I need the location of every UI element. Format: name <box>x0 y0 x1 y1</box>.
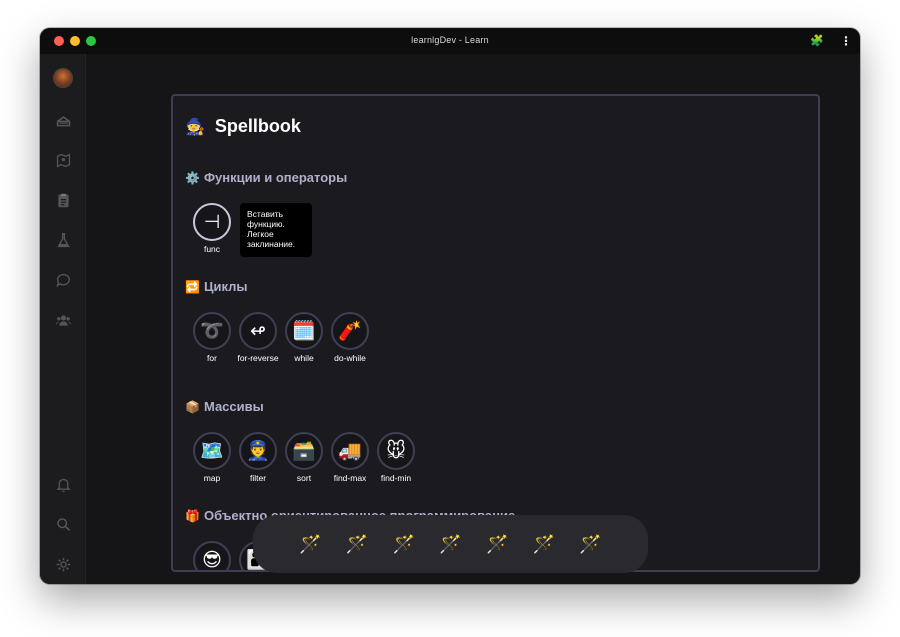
cake-icon <box>56 115 70 126</box>
wand-icon[interactable]: 🪄 <box>436 530 464 558</box>
sidebar-item-notifications[interactable] <box>53 474 73 494</box>
spell-label: while <box>294 353 314 363</box>
sidebar-item-search[interactable] <box>53 514 73 534</box>
wand-icon[interactable]: 🪄 <box>530 530 558 558</box>
spell-map[interactable]: 🗺️ map <box>190 432 234 483</box>
sidebar-item-chat[interactable] <box>53 270 73 290</box>
spell-label: find-max <box>333 473 367 483</box>
gear-icon <box>56 557 70 571</box>
repeat-icon: 🔁 <box>185 279 200 294</box>
loop-icon: ➰ <box>193 312 231 350</box>
spell-label: do-while <box>334 353 366 363</box>
gear-icon: ⚙️ <box>185 170 200 185</box>
spellbook-title: Spellbook <box>214 116 301 136</box>
flask-icon <box>56 232 70 247</box>
spell-find-max[interactable]: 🚚 find-max <box>328 432 372 483</box>
spell-label: sort <box>296 473 312 483</box>
section-title: Функции и операторы <box>203 170 348 185</box>
spell-label: for-reverse <box>237 353 279 363</box>
spell-tooltip: Вставить функцию. Легкое заклинание. <box>240 203 312 257</box>
sidebar-item-lab[interactable] <box>53 230 73 250</box>
reverse-arrow-icon: ↫ <box>239 312 277 350</box>
bell-icon <box>55 478 71 492</box>
main-area: 🧙 Spellbook ⚙️ Функции и операторы ⊣ fun… <box>86 54 860 584</box>
spell-filter[interactable]: 👮 filter <box>236 432 280 483</box>
spell-do-while[interactable]: 🧨 do-while <box>328 312 372 363</box>
chat-icon <box>55 273 70 287</box>
sidebar-item-clipboard[interactable] <box>53 190 73 210</box>
window-title: learnlgDev - Learn <box>411 35 489 45</box>
spell-class[interactable]: 😎 <box>190 541 234 570</box>
spell-toolbar: 🪄 🪄 🪄 🪄 🪄 🪄 🪄 <box>253 515 648 573</box>
mouse-icon: 🐭 <box>377 432 415 470</box>
spell-label: filter <box>249 473 267 483</box>
kebab-menu-icon[interactable]: ⋮ <box>840 34 852 48</box>
wand-icon[interactable]: 🪄 <box>483 530 511 558</box>
users-icon <box>55 314 71 326</box>
calendar-icon: 🗓️ <box>285 312 323 350</box>
map-icon: 🗺️ <box>193 432 231 470</box>
spell-find-min[interactable]: 🐭 find-min <box>374 432 418 483</box>
page-title: 🧙 Spellbook <box>185 116 301 137</box>
gift-icon: 🎁 <box>185 508 200 523</box>
truck-icon: 🚚 <box>331 432 369 470</box>
search-icon <box>56 517 70 531</box>
spell-label: map <box>203 473 221 483</box>
wand-icon[interactable]: 🪄 <box>343 530 371 558</box>
sidebar-item-cake[interactable] <box>53 110 73 130</box>
spell-while[interactable]: 🗓️ while <box>282 312 326 363</box>
section-loops-heading: 🔁 Циклы <box>185 279 247 294</box>
spell-label: find-min <box>380 473 412 483</box>
sidebar-item-map[interactable] <box>53 150 73 170</box>
spell-for[interactable]: ➰ for <box>190 312 234 363</box>
clipboard-icon <box>57 193 69 207</box>
puzzle-icon[interactable]: 🧩 <box>810 34 824 48</box>
app-window: learnlgDev - Learn 🧩 ⋮ 🧙 Spellbook ⚙️ Фу… <box>40 28 860 584</box>
titlebar: learnlgDev - Learn 🧩 ⋮ <box>40 28 860 54</box>
spell-label: for <box>207 353 217 363</box>
section-title: Массивы <box>203 399 264 414</box>
sidebar-item-settings[interactable] <box>53 554 73 574</box>
section-arrays-heading: 📦 Массивы <box>185 399 264 414</box>
wizard-icon: 🧙 <box>185 118 205 136</box>
package-icon: 📦 <box>185 399 200 414</box>
map-icon <box>56 152 70 168</box>
avatar[interactable] <box>53 68 73 88</box>
spell-label: func <box>203 244 221 254</box>
wand-icon[interactable]: 🪄 <box>390 530 418 558</box>
wand-icon[interactable]: 🪄 <box>577 530 605 558</box>
card-box-icon: 🗃️ <box>285 432 323 470</box>
sidebar <box>40 54 86 584</box>
spell-sort[interactable]: 🗃️ sort <box>282 432 326 483</box>
spellbook-panel: 🧙 Spellbook ⚙️ Функции и операторы ⊣ fun… <box>171 94 820 572</box>
section-title: Циклы <box>203 279 248 294</box>
dynamite-icon: 🧨 <box>331 312 369 350</box>
spell-func[interactable]: ⊣ func <box>190 203 234 254</box>
sunglasses-face-icon: 😎 <box>193 541 231 570</box>
guard-icon: 👮 <box>239 432 277 470</box>
sidebar-item-users[interactable] <box>53 310 73 330</box>
spell-for-reverse[interactable]: ↫ for-reverse <box>236 312 280 363</box>
func-icon: ⊣ <box>193 203 231 241</box>
section-functions-heading: ⚙️ Функции и операторы <box>185 170 347 185</box>
wand-icon[interactable]: 🪄 <box>296 530 324 558</box>
